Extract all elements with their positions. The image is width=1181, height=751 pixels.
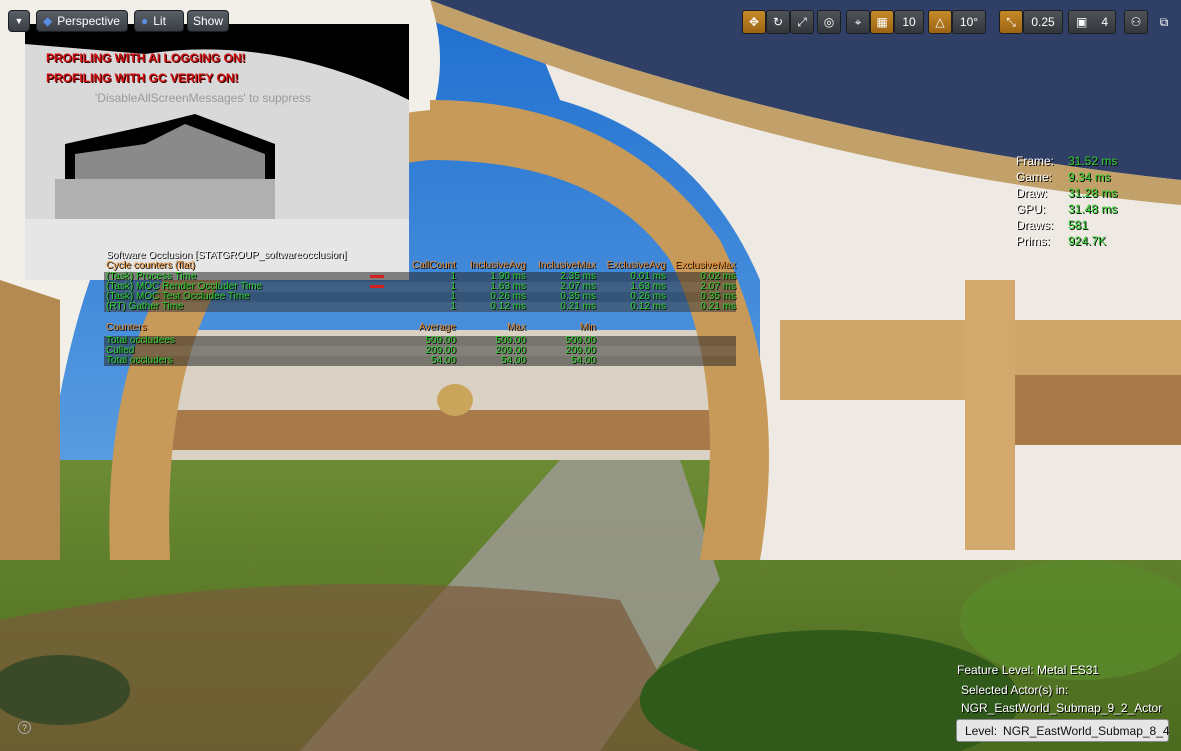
counter-row: Total occludees 509.00 509.00 509.00 (104, 336, 736, 346)
counter-cell-max: 54.00 (500, 355, 526, 366)
inclusive-time-bar (370, 275, 384, 278)
counter-header-average: Average (418, 322, 456, 333)
grid-icon: ▦ (876, 15, 888, 29)
cycle-header-excl-max: ExclusiveMax (674, 260, 736, 271)
scale-snap-value[interactable]: 0.25 (1023, 10, 1063, 34)
counter-header-name: Counters (106, 322, 147, 333)
counter-header-row: Counters Average Max Min (104, 323, 736, 333)
viewport-menu-button[interactable]: ▼ (8, 10, 30, 32)
counter-row: Culled 209.00 209.00 209.00 (104, 346, 736, 356)
selected-actor-value: NGR_EastWorld_Submap_9_2_Actor (961, 701, 1163, 715)
lit-label: Lit (153, 14, 166, 28)
cycle-cell-callcount: 1 (450, 271, 456, 282)
lit-sphere-icon: ● (141, 14, 149, 28)
draws-value: 581 (1068, 218, 1089, 232)
cycle-row: (RT) Gather Time 1 0.12 ms 0.21 ms 0.12 ms 0.… (104, 302, 736, 312)
maximize-viewport-button[interactable]: ⧉ (1154, 12, 1174, 32)
prims-label: Prims: (1016, 234, 1050, 248)
counter-cell-min: 54.00 (570, 355, 596, 366)
inclusive-time-bar (370, 285, 384, 288)
cycle-cell-name: (RT) Gather Time (106, 301, 184, 312)
chevron-down-icon: ▼ (14, 16, 24, 26)
game-value: 9.34 ms (1068, 170, 1111, 184)
gpu-label: GPU: (1016, 202, 1046, 216)
globe-icon: ◎ (823, 15, 835, 29)
draws-label: Draws: (1016, 218, 1054, 232)
rotate-icon: ↻ (772, 15, 784, 29)
counter-header-max: Max (507, 322, 526, 333)
cycle-header-excl-avg: ExclusiveAvg (606, 260, 666, 271)
counter-cell-average: 54.00 (430, 355, 456, 366)
cycle-cell-excl-avg: 0.12 ms (630, 301, 666, 312)
view-mode-button[interactable]: ● Lit (134, 10, 184, 32)
gpu-value: 31.48 ms (1068, 202, 1118, 216)
move-icon: ✥ (748, 15, 760, 29)
ai-logging-warning: PROFILING WITH AI LOGGING ON! (46, 51, 246, 65)
counter-row: Total occluders 54.00 54.00 54.00 (104, 356, 736, 366)
maximize-icon: ⧉ (1159, 14, 1169, 29)
current-level-badge[interactable]: Level: NGR_EastWorld_Submap_8_4 (956, 719, 1170, 742)
cycle-header-name: Cycle counters (flat) (106, 260, 195, 271)
selected-actor-label: Selected Actor(s) in: (961, 683, 1069, 697)
rotation-snap-toggle[interactable]: △ (928, 10, 952, 34)
camera-speed-button[interactable]: ▣ 4 (1068, 10, 1116, 34)
rotate-mode-button[interactable]: ↻ (766, 10, 790, 34)
grid-snap-toggle[interactable]: ▦ (870, 10, 894, 34)
gc-verify-warning: PROFILING WITH GC VERIFY ON! (46, 71, 239, 85)
perspective-label: Perspective (57, 14, 120, 28)
grid-snap-value[interactable]: 10 (894, 10, 924, 34)
cycle-cell-callcount: 1 (450, 291, 456, 302)
coordinate-system-button[interactable]: ◎ (817, 10, 841, 34)
perspective-cube-icon: ◆ (43, 14, 53, 28)
cycle-cell-incl-avg: 0.12 ms (490, 301, 526, 312)
surface-snap-icon: ⌖ (854, 14, 862, 29)
draw-label: Draw: (1016, 186, 1048, 200)
viewport-options-button[interactable]: ⚇ (1124, 10, 1148, 34)
help-icon[interactable]: ? (18, 721, 31, 734)
scale-icon: ⤢ (797, 14, 807, 29)
prims-value: 924.7K (1068, 234, 1107, 248)
show-label: Show (192, 14, 224, 28)
feature-level-text: Feature Level: Metal ES31 (957, 663, 1100, 677)
person-icon: ⚇ (1130, 15, 1142, 29)
cycle-cell-callcount: 1 (450, 281, 456, 292)
cycle-header-incl-avg: InclusiveAvg (470, 260, 526, 271)
rotation-snap-icon: △ (935, 15, 945, 29)
scale-snap-toggle[interactable]: ⤡ (999, 10, 1023, 34)
cycle-cell-excl-max: 0.21 ms (700, 301, 736, 312)
rotation-snap-value[interactable]: 10° (952, 10, 986, 34)
level-value: NGR_EastWorld_Submap_8_4 (1003, 723, 1170, 738)
cycle-cell-callcount: 1 (450, 301, 456, 312)
show-button[interactable]: Show (187, 10, 229, 32)
editor-viewport[interactable]: PROFILING WITH AI LOGGING ON! PROFILING … (0, 0, 1181, 751)
perspective-button[interactable]: ◆ Perspective (36, 10, 128, 32)
frame-label: Frame: (1016, 154, 1055, 168)
game-label: Game: (1016, 170, 1053, 184)
cycle-header-callcount: CallCount (412, 260, 456, 271)
cycle-header-incl-max: InclusiveMax (538, 260, 596, 271)
scale-snap-icon: ⤡ (1006, 14, 1016, 29)
translate-mode-button[interactable]: ✥ (742, 10, 766, 34)
draw-value: 31.28 ms (1068, 186, 1118, 200)
surface-snap-button[interactable]: ⌖ (846, 10, 870, 34)
counter-cell-name: Total occluders (106, 355, 173, 366)
distant-gate-emblem (437, 384, 473, 416)
camera-speed-value: 4 (1101, 15, 1108, 29)
camera-icon: ▣ (1075, 15, 1088, 29)
cycle-cell-incl-max: 0.21 ms (560, 301, 596, 312)
scale-mode-button[interactable]: ⤢ (790, 10, 814, 34)
counter-header-min: Min (579, 322, 596, 333)
suppress-hint: 'DisableAllScreenMessages' to suppress (95, 91, 312, 105)
frame-value: 31.52 ms (1068, 154, 1118, 168)
level-label: Level: (965, 723, 998, 738)
cycle-header-row: Cycle counters (flat) CallCount Inclusiv… (104, 261, 736, 271)
